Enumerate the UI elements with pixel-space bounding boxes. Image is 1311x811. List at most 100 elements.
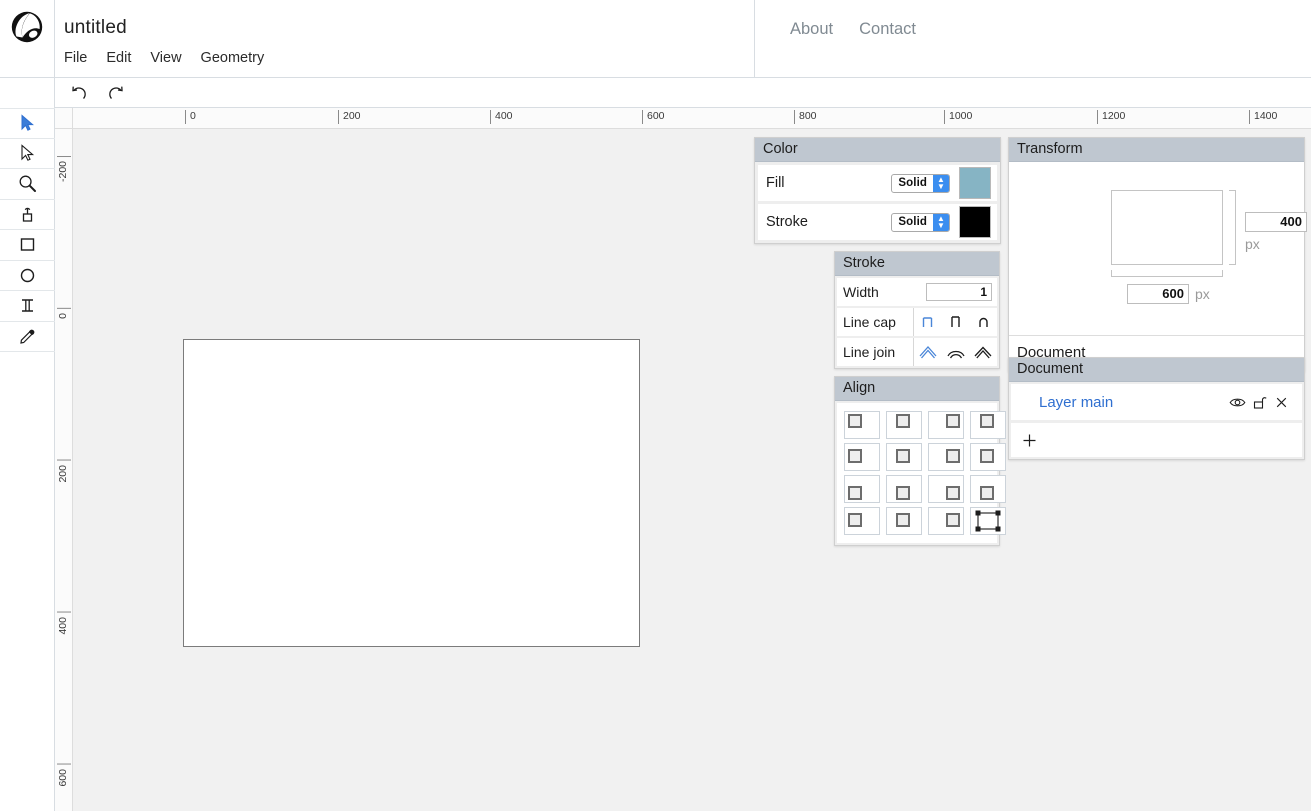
height-dimension-bracket (1229, 190, 1236, 265)
width-input[interactable]: 600 (1127, 284, 1189, 304)
ruler-tick: -200 (57, 156, 71, 183)
stroke-panel: Stroke Width 1 Line cap Line join (834, 251, 1000, 369)
ruler-tick: 600 (57, 764, 71, 787)
document-panel-body: Layer main (1009, 382, 1304, 459)
align-horizontal-center-button[interactable] (886, 507, 922, 535)
align-vertical-top-button[interactable] (970, 411, 1006, 439)
line-cap-round-icon (978, 317, 988, 327)
layer-list-item[interactable]: Layer main (1011, 384, 1302, 420)
line-cap-square-button[interactable] (942, 308, 970, 336)
plus-icon (1023, 434, 1036, 446)
align-bottom-center-button[interactable] (886, 475, 922, 503)
layer-lock-toggle[interactable] (1248, 395, 1270, 410)
edit-toolbar (55, 78, 1311, 108)
height-field-group: 400 px (1245, 212, 1307, 252)
menu-bar: File Edit View Geometry (64, 50, 264, 66)
align-marker (946, 486, 960, 500)
align-to-selection-bounds-button[interactable] (970, 507, 1006, 535)
ruler-tick: 600 (642, 110, 665, 124)
align-middle-center-button[interactable] (886, 443, 922, 471)
fill-mode-select[interactable]: Solid ▲ ▼ (891, 173, 950, 193)
align-marker (980, 449, 994, 463)
tool-direct-select[interactable] (0, 139, 55, 169)
nav-link-contact[interactable]: Contact (859, 20, 916, 39)
stroke-mode-select[interactable]: Solid ▲ ▼ (891, 212, 950, 232)
layer-visibility-toggle[interactable] (1226, 396, 1248, 409)
rectangle-icon (20, 238, 35, 251)
line-cap-label: Line cap (843, 314, 896, 330)
add-layer-button[interactable] (1011, 423, 1302, 457)
align-bottom-left-button[interactable] (844, 475, 880, 503)
ruler-tick: 1200 (1097, 110, 1125, 124)
align-horizontal-right-button[interactable] (928, 507, 964, 535)
align-top-center-button[interactable] (886, 411, 922, 439)
layer-delete-button[interactable] (1270, 396, 1292, 409)
align-marker (946, 449, 960, 463)
tool-eyedropper[interactable] (0, 322, 55, 352)
line-cap-round-button[interactable] (969, 308, 997, 336)
line-cap-butt-button[interactable] (914, 308, 942, 336)
vertical-ruler[interactable]: -200 0 200 400 600 (55, 129, 73, 811)
align-middle-left-button[interactable] (844, 443, 880, 471)
align-middle-right-button[interactable] (928, 443, 964, 471)
text-i-beam-icon (22, 299, 33, 312)
app-header: untitled File Edit View Geometry About C… (0, 0, 1311, 78)
align-marker (896, 486, 910, 500)
tool-select[interactable] (0, 108, 55, 139)
stroke-color-swatch[interactable] (959, 206, 991, 238)
width-field-group: 600 px (1127, 284, 1210, 304)
align-top-right-button[interactable] (928, 411, 964, 439)
line-join-bevel-button[interactable] (942, 338, 970, 366)
app-logo[interactable] (0, 0, 55, 78)
stroke-width-input[interactable]: 1 (926, 283, 992, 301)
tool-zoom[interactable] (0, 169, 55, 200)
tool-rectangle[interactable] (0, 230, 55, 261)
redo-button[interactable] (103, 81, 129, 105)
align-marker (896, 414, 910, 428)
align-marker (946, 513, 960, 527)
align-horizontal-left-button[interactable] (844, 507, 880, 535)
align-vertical-center-button[interactable] (970, 443, 1006, 471)
fill-color-swatch[interactable] (959, 167, 991, 199)
undo-arrow-icon (71, 86, 86, 99)
shape-preview (1111, 190, 1223, 265)
align-vertical-bottom-button[interactable] (970, 475, 1006, 503)
stroke-label: Stroke (766, 214, 808, 230)
anchor-node-icon (22, 207, 33, 222)
ellipse-icon (20, 268, 35, 282)
line-join-round-icon (974, 346, 992, 359)
menu-item-view[interactable]: View (150, 50, 181, 66)
horizontal-ruler[interactable]: 0 200 400 600 800 1000 1200 1400 (55, 108, 1311, 129)
line-join-round-button[interactable] (969, 338, 997, 366)
stroke-panel-title: Stroke (835, 252, 999, 276)
align-panel: Align (834, 376, 1006, 546)
line-cap-butt-icon (923, 317, 933, 327)
document-panel-title: Document (1009, 358, 1304, 382)
ruler-corner (55, 108, 73, 129)
tool-ellipse[interactable] (0, 261, 55, 291)
align-top-left-button[interactable] (844, 411, 880, 439)
menu-item-edit[interactable]: Edit (106, 50, 131, 66)
layer-name[interactable]: Layer main (1039, 394, 1226, 411)
stroke-width-row: Width 1 (837, 278, 997, 306)
artboard[interactable] (183, 339, 640, 647)
align-bottom-right-button[interactable] (928, 475, 964, 503)
undo-button[interactable] (65, 81, 91, 105)
align-marker (848, 486, 862, 500)
menu-item-file[interactable]: File (64, 50, 87, 66)
align-button-grid (837, 403, 1006, 543)
line-join-miter-button[interactable] (914, 338, 942, 366)
cursor-filled-icon (21, 114, 34, 132)
height-input[interactable]: 400 (1245, 212, 1307, 232)
tool-node[interactable] (0, 200, 55, 230)
line-join-bevel-icon (946, 350, 965, 359)
tool-text[interactable] (0, 291, 55, 322)
nav-link-about[interactable]: About (790, 20, 833, 39)
color-panel-title: Color (755, 138, 1000, 162)
align-marker (946, 414, 960, 428)
align-marker (896, 513, 910, 527)
unlocked-padlock-icon (1253, 396, 1267, 409)
ruler-tick: 400 (57, 612, 71, 635)
menu-item-geometry[interactable]: Geometry (201, 50, 265, 66)
width-dimension-bracket (1111, 270, 1223, 277)
